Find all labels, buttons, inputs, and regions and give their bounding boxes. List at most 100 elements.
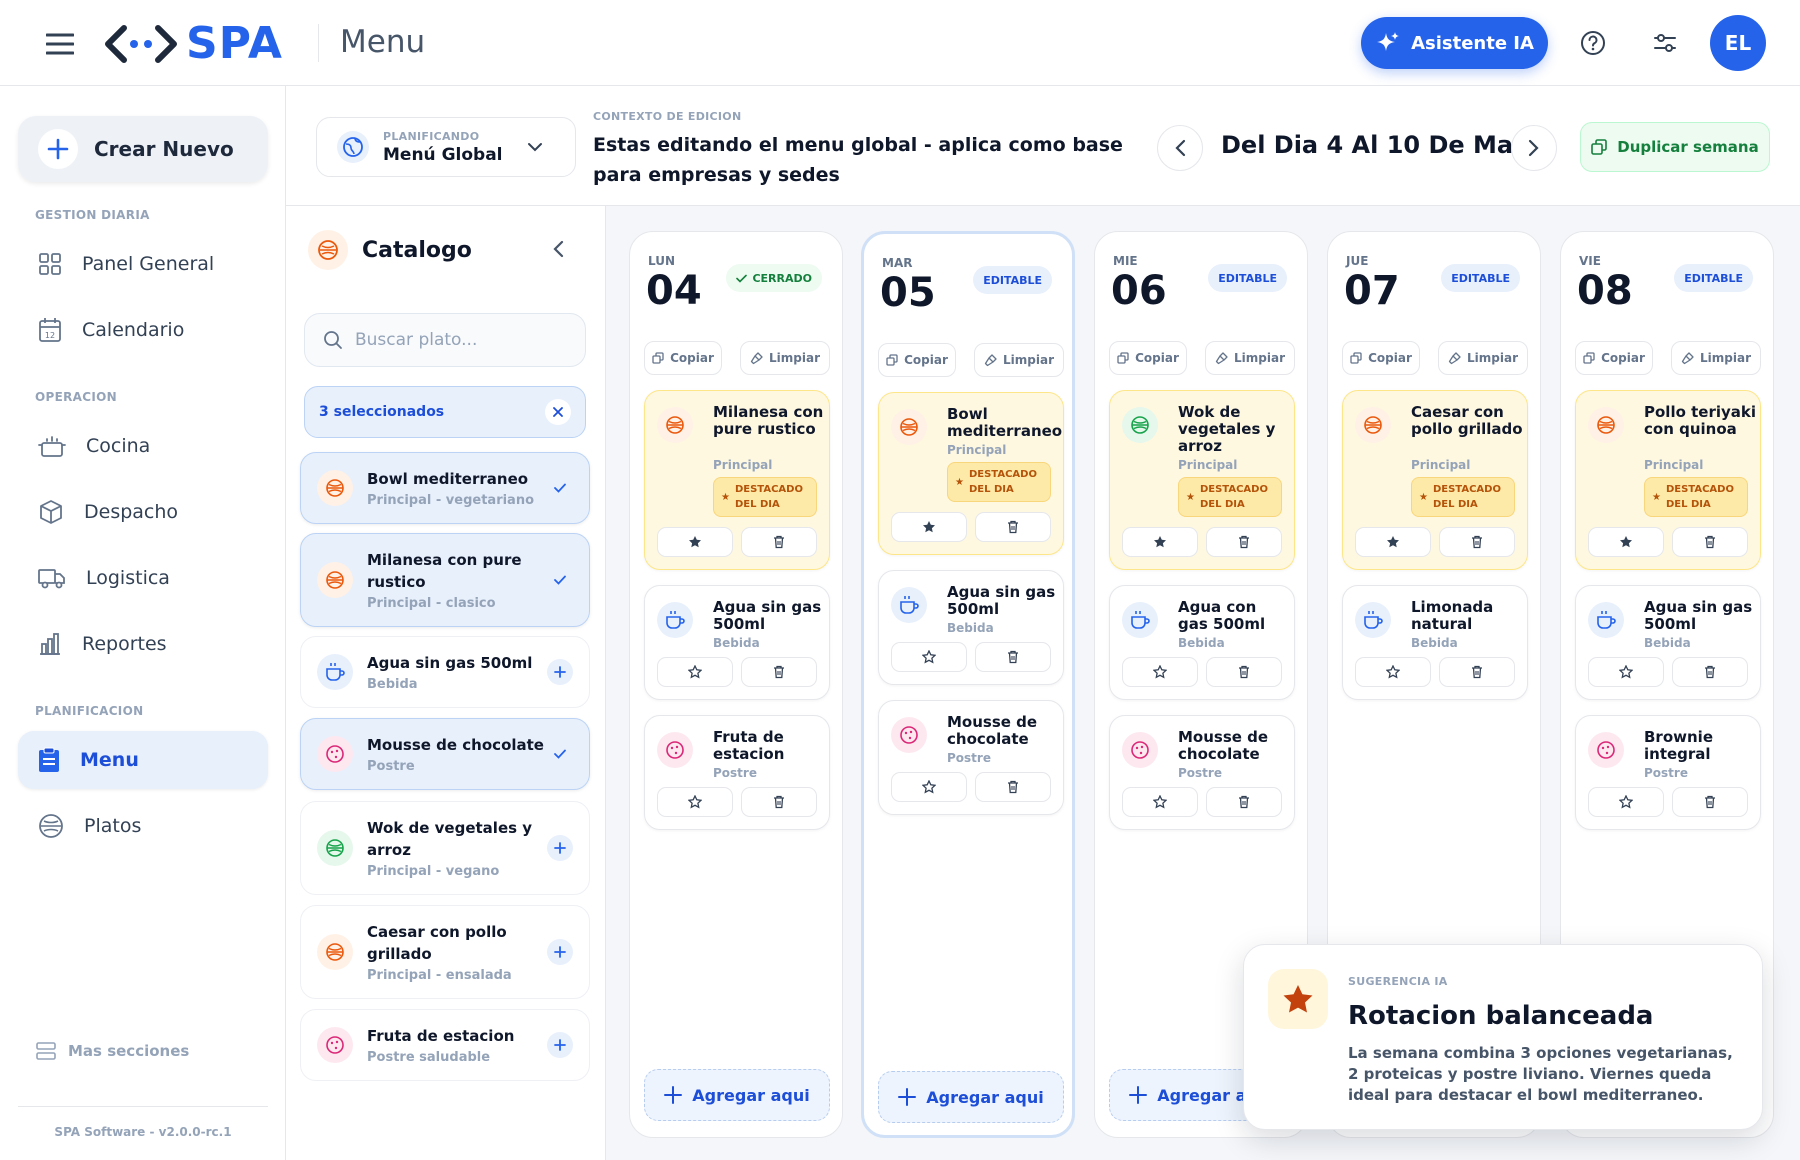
add-here-button[interactable]: Agregar aqui bbox=[878, 1071, 1064, 1123]
clear-selection-button[interactable] bbox=[545, 399, 571, 425]
nav-item-despacho[interactable]: Despacho bbox=[18, 483, 268, 541]
plus-icon[interactable] bbox=[547, 1032, 573, 1058]
bowl-icon bbox=[657, 407, 693, 443]
remove-meal-button[interactable] bbox=[975, 772, 1051, 802]
remove-meal-button[interactable] bbox=[741, 657, 817, 687]
hamburger-menu-icon[interactable] bbox=[40, 24, 80, 64]
meal-card[interactable]: Agua sin gas 500ml Bebida bbox=[878, 570, 1064, 685]
copy-day-button[interactable]: Copiar bbox=[1109, 341, 1187, 375]
more-sections-link[interactable]: Mas secciones bbox=[36, 1042, 189, 1060]
feature-toggle-button[interactable] bbox=[657, 787, 733, 817]
trash-icon bbox=[1471, 665, 1483, 679]
check-icon[interactable] bbox=[547, 475, 573, 501]
nav-item-reportes[interactable]: Reportes bbox=[18, 615, 268, 673]
feature-toggle-button[interactable] bbox=[891, 642, 967, 672]
meal-card[interactable]: Fruta de estacion Postre bbox=[644, 715, 830, 830]
nav-item-menu[interactable]: Menu bbox=[18, 731, 268, 789]
feature-toggle-button[interactable] bbox=[657, 657, 733, 687]
plus-icon[interactable] bbox=[547, 835, 573, 861]
meal-card[interactable]: Pollo teriyaki con quinoa Principal ★ DES… bbox=[1575, 390, 1761, 570]
meal-card[interactable]: Mousse de chocolate Postre bbox=[1109, 715, 1295, 830]
duplicate-week-button[interactable]: Duplicar semana bbox=[1580, 122, 1770, 172]
catalog-item[interactable]: Bowl mediterraneo Principal - vegetariano bbox=[300, 452, 590, 524]
feature-toggle-button[interactable] bbox=[1588, 787, 1664, 817]
catalog-item[interactable]: Fruta de estacion Postre saludable bbox=[300, 1009, 590, 1081]
clear-day-button[interactable]: Limpiar bbox=[1438, 341, 1528, 375]
copy-day-button[interactable]: Copiar bbox=[1342, 341, 1420, 375]
meal-card[interactable]: Limonada natural Bebida bbox=[1342, 585, 1528, 700]
feature-toggle-button[interactable] bbox=[1588, 657, 1664, 687]
plus-icon[interactable] bbox=[547, 939, 573, 965]
feature-toggle-button[interactable] bbox=[891, 512, 967, 542]
day-column-lun[interactable]: LUN 04 CERRADO Copiar Limpiar Milanesa c… bbox=[629, 231, 843, 1138]
meal-card[interactable]: Mousse de chocolate Postre bbox=[878, 700, 1064, 815]
remove-meal-button[interactable] bbox=[1439, 657, 1515, 687]
day-column-mar[interactable]: MAR 05 EDITABLE Copiar Limpiar Bowl medi… bbox=[861, 231, 1075, 1138]
meal-card[interactable]: Caesar con pollo grillado Principal ★ DES… bbox=[1342, 390, 1528, 570]
day-number: 05 bbox=[880, 270, 936, 316]
clear-day-button[interactable]: Limpiar bbox=[974, 343, 1064, 377]
meal-card[interactable]: Agua sin gas 500ml Bebida bbox=[644, 585, 830, 700]
catalog-item[interactable]: Wok de vegetales y arroz Principal - vega… bbox=[300, 801, 590, 895]
remove-meal-button[interactable] bbox=[975, 512, 1051, 542]
copy-day-button[interactable]: Copiar bbox=[1575, 341, 1653, 375]
check-icon[interactable] bbox=[547, 567, 573, 593]
remove-meal-button[interactable] bbox=[1206, 527, 1282, 557]
feature-toggle-button[interactable] bbox=[1355, 527, 1431, 557]
meal-card[interactable]: Bowl mediterraneo Principal ★ DESTACADO D… bbox=[878, 392, 1064, 555]
plus-icon[interactable] bbox=[547, 659, 573, 685]
svg-text:12: 12 bbox=[45, 331, 55, 340]
copy-day-button[interactable]: Copiar bbox=[644, 341, 722, 375]
create-new-button[interactable]: Crear Nuevo bbox=[18, 116, 268, 182]
feature-toggle-button[interactable] bbox=[1122, 527, 1198, 557]
remove-meal-button[interactable] bbox=[975, 642, 1051, 672]
copy-day-button[interactable]: Copiar bbox=[878, 343, 956, 377]
prev-week-button[interactable] bbox=[1157, 125, 1203, 171]
nav-item-panel-general[interactable]: Panel General bbox=[18, 235, 268, 293]
logo[interactable]: SPA bbox=[104, 18, 283, 69]
catalog-item[interactable]: Milanesa con pure rustico Principal - cla… bbox=[300, 533, 590, 627]
catalog-item[interactable]: Agua sin gas 500ml Bebida bbox=[300, 636, 590, 708]
clear-day-button[interactable]: Limpiar bbox=[1205, 341, 1295, 375]
feature-toggle-button[interactable] bbox=[1355, 657, 1431, 687]
clear-day-button[interactable]: Limpiar bbox=[740, 341, 830, 375]
remove-meal-button[interactable] bbox=[1672, 527, 1748, 557]
nav-item-calendario[interactable]: 12 Calendario bbox=[18, 301, 268, 359]
nav-item-platos[interactable]: Platos bbox=[18, 797, 268, 855]
feature-toggle-button[interactable] bbox=[1122, 787, 1198, 817]
meal-card[interactable]: Agua con gas 500ml Bebida bbox=[1109, 585, 1295, 700]
trash-icon bbox=[1007, 650, 1019, 664]
catalog-search-input[interactable]: Buscar plato... bbox=[304, 313, 586, 367]
ai-assistant-button[interactable]: Asistente IA bbox=[1361, 17, 1548, 69]
meal-card[interactable]: Wok de vegetales y arroz Principal ★ DEST… bbox=[1109, 390, 1295, 570]
broom-icon bbox=[750, 351, 763, 365]
meal-card[interactable]: Agua sin gas 500ml Bebida bbox=[1575, 585, 1761, 700]
feature-toggle-button[interactable] bbox=[891, 772, 967, 802]
clear-label: Limpiar bbox=[1700, 351, 1751, 365]
check-icon[interactable] bbox=[547, 741, 573, 767]
collapse-catalog-button[interactable] bbox=[552, 240, 564, 258]
remove-meal-button[interactable] bbox=[741, 527, 817, 557]
remove-meal-button[interactable] bbox=[1672, 657, 1748, 687]
next-week-button[interactable] bbox=[1511, 125, 1557, 171]
remove-meal-button[interactable] bbox=[741, 787, 817, 817]
remove-meal-button[interactable] bbox=[1206, 787, 1282, 817]
remove-meal-button[interactable] bbox=[1672, 787, 1748, 817]
meal-card[interactable]: Brownie integral Postre bbox=[1575, 715, 1761, 830]
feature-toggle-button[interactable] bbox=[657, 527, 733, 557]
add-here-button[interactable]: Agregar aqui bbox=[644, 1069, 830, 1121]
feature-toggle-button[interactable] bbox=[1588, 527, 1664, 557]
catalog-item[interactable]: Mousse de chocolate Postre bbox=[300, 718, 590, 790]
remove-meal-button[interactable] bbox=[1206, 657, 1282, 687]
nav-item-logistica[interactable]: Logistica bbox=[18, 549, 268, 607]
nav-item-cocina[interactable]: Cocina bbox=[18, 417, 268, 475]
catalog-item[interactable]: Caesar con pollo grillado Principal - ens… bbox=[300, 905, 590, 999]
clear-day-button[interactable]: Limpiar bbox=[1671, 341, 1761, 375]
help-button[interactable] bbox=[1571, 21, 1615, 65]
planning-selector[interactable]: PLANIFICANDO Menú Global bbox=[316, 117, 576, 177]
feature-toggle-button[interactable] bbox=[1122, 657, 1198, 687]
meal-card[interactable]: Milanesa con pure rustico Principal ★ DES… bbox=[644, 390, 830, 570]
settings-button[interactable] bbox=[1643, 21, 1687, 65]
user-avatar[interactable]: EL bbox=[1710, 15, 1766, 71]
remove-meal-button[interactable] bbox=[1439, 527, 1515, 557]
